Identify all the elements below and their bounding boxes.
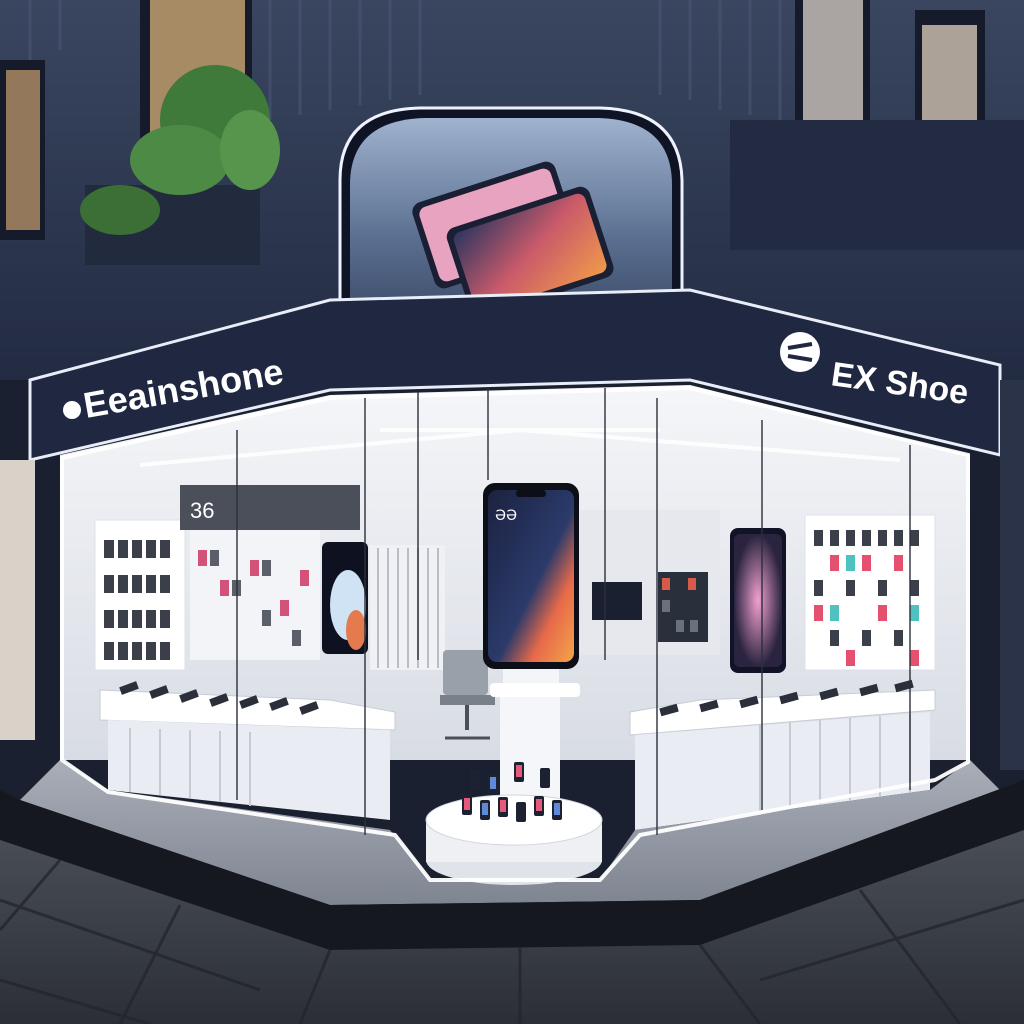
wall-number: 36 (190, 498, 214, 523)
upper-window-left (0, 60, 45, 240)
center-phone-display: ƏƏ (483, 483, 580, 817)
right-neighbor-shop (1000, 380, 1024, 770)
storefront-scene: Eeainshone EX Shoe 36 ƏƏ (0, 0, 1024, 1024)
brand-logo-icon (63, 401, 81, 419)
back-display-wall (580, 510, 720, 655)
display-phone-text: ƏƏ (495, 508, 517, 524)
brand-logo-icon-right (780, 332, 820, 372)
left-wall-screen (322, 542, 368, 654)
right-wall-screen (730, 528, 786, 673)
striped-wall (370, 545, 445, 670)
right-phone-wall (804, 514, 936, 671)
right-ledge (730, 120, 1024, 250)
left-neighbor-shop (0, 460, 35, 740)
left-phone-wall (94, 519, 320, 671)
